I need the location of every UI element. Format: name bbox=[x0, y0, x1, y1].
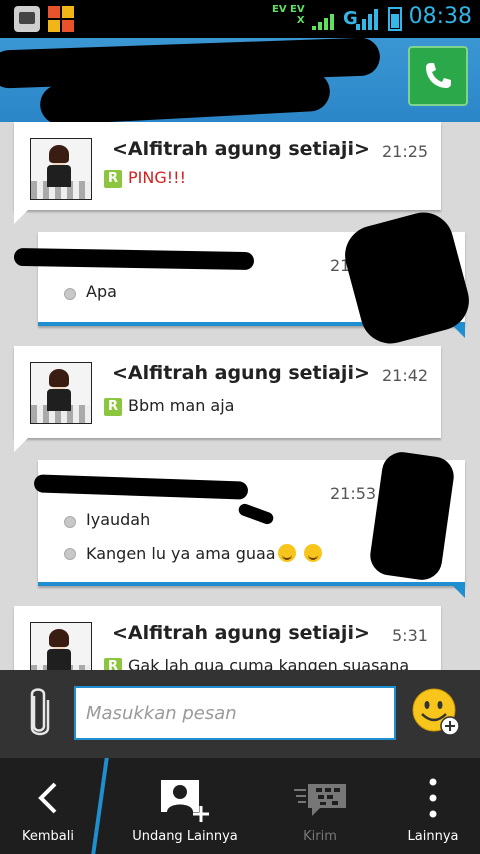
chat-header bbox=[0, 37, 480, 126]
message-sender: <Alfitrah agung setiaji> bbox=[112, 138, 370, 160]
message-input-field[interactable] bbox=[74, 686, 396, 740]
message-text: Iyaudah bbox=[86, 510, 151, 529]
message-sender: <Alfitrah agung setiaji> bbox=[112, 362, 370, 384]
phone-icon bbox=[426, 63, 451, 88]
call-button[interactable] bbox=[408, 46, 468, 106]
signal-bars-2-icon bbox=[356, 8, 378, 30]
delivery-status-icon bbox=[64, 516, 76, 528]
read-status-icon: R bbox=[104, 658, 122, 670]
message-incoming[interactable]: <Alfitrah agung setiaji> 5:31 R Gak lah … bbox=[14, 606, 441, 670]
network-indicator: EV EV X bbox=[272, 4, 305, 26]
message-list[interactable]: <Alfitrah agung setiaji> 21:25 R PING!!!… bbox=[0, 122, 480, 670]
message-text: Bbm man aja bbox=[128, 396, 235, 415]
bottom-navigation: Kembali Undang Lainnya Kirim Lainnya bbox=[0, 758, 480, 854]
message-text: Gak lah gua cuma kangen suasana bbox=[128, 656, 410, 670]
app-notification-icon bbox=[48, 6, 74, 32]
message-time: 5:31 bbox=[392, 626, 428, 645]
composer-bar bbox=[0, 670, 480, 758]
delivery-status-icon bbox=[64, 288, 76, 300]
more-button[interactable]: Lainnya bbox=[398, 758, 468, 854]
laughing-emoji-icon bbox=[277, 544, 296, 562]
read-status-icon: R bbox=[104, 398, 122, 416]
message-time: 21:42 bbox=[382, 366, 429, 385]
send-label: Kirim bbox=[303, 829, 337, 844]
add-contact-icon bbox=[161, 780, 209, 822]
message-time: 21:25 bbox=[382, 142, 429, 161]
invite-more-button[interactable]: Undang Lainnya bbox=[130, 758, 240, 854]
battery-icon bbox=[388, 7, 402, 31]
back-label: Kembali bbox=[22, 829, 74, 844]
contact-avatar bbox=[30, 362, 92, 424]
message-text: Kangen lu ya ama guaa bbox=[86, 544, 322, 563]
message-incoming[interactable]: <Alfitrah agung setiaji> 21:25 R PING!!! bbox=[14, 122, 441, 224]
contact-avatar bbox=[30, 622, 92, 670]
read-status-icon: R bbox=[104, 170, 122, 188]
delivery-status-icon bbox=[64, 548, 76, 560]
bbm-send-icon bbox=[294, 784, 346, 816]
message-text: Apa bbox=[86, 282, 117, 301]
chevron-left-icon bbox=[38, 782, 57, 814]
more-vertical-icon bbox=[429, 778, 437, 818]
bbm-notification-icon bbox=[14, 6, 40, 32]
status-bar: EV EV X G 08:38 bbox=[0, 0, 480, 38]
invite-more-label: Undang Lainnya bbox=[132, 829, 238, 844]
emoticon-button[interactable] bbox=[412, 688, 460, 736]
signal-bars-1-icon bbox=[312, 8, 334, 30]
message-time: 21:53 bbox=[330, 484, 377, 503]
message-incoming[interactable]: <Alfitrah agung setiaji> 21:42 R Bbm man… bbox=[14, 346, 441, 452]
message-sender: <Alfitrah agung setiaji> bbox=[112, 622, 370, 644]
laughing-emoji-icon bbox=[303, 544, 322, 562]
message-text: PING!!! bbox=[128, 168, 186, 187]
contact-avatar bbox=[30, 138, 92, 200]
back-button[interactable]: Kembali bbox=[0, 758, 96, 854]
more-label: Lainnya bbox=[407, 829, 459, 844]
message-input[interactable] bbox=[76, 688, 396, 738]
send-button[interactable]: Kirim bbox=[280, 758, 360, 854]
paperclip-icon[interactable] bbox=[26, 686, 52, 740]
smiley-icon bbox=[412, 688, 460, 736]
clock: 08:38 bbox=[408, 4, 472, 29]
